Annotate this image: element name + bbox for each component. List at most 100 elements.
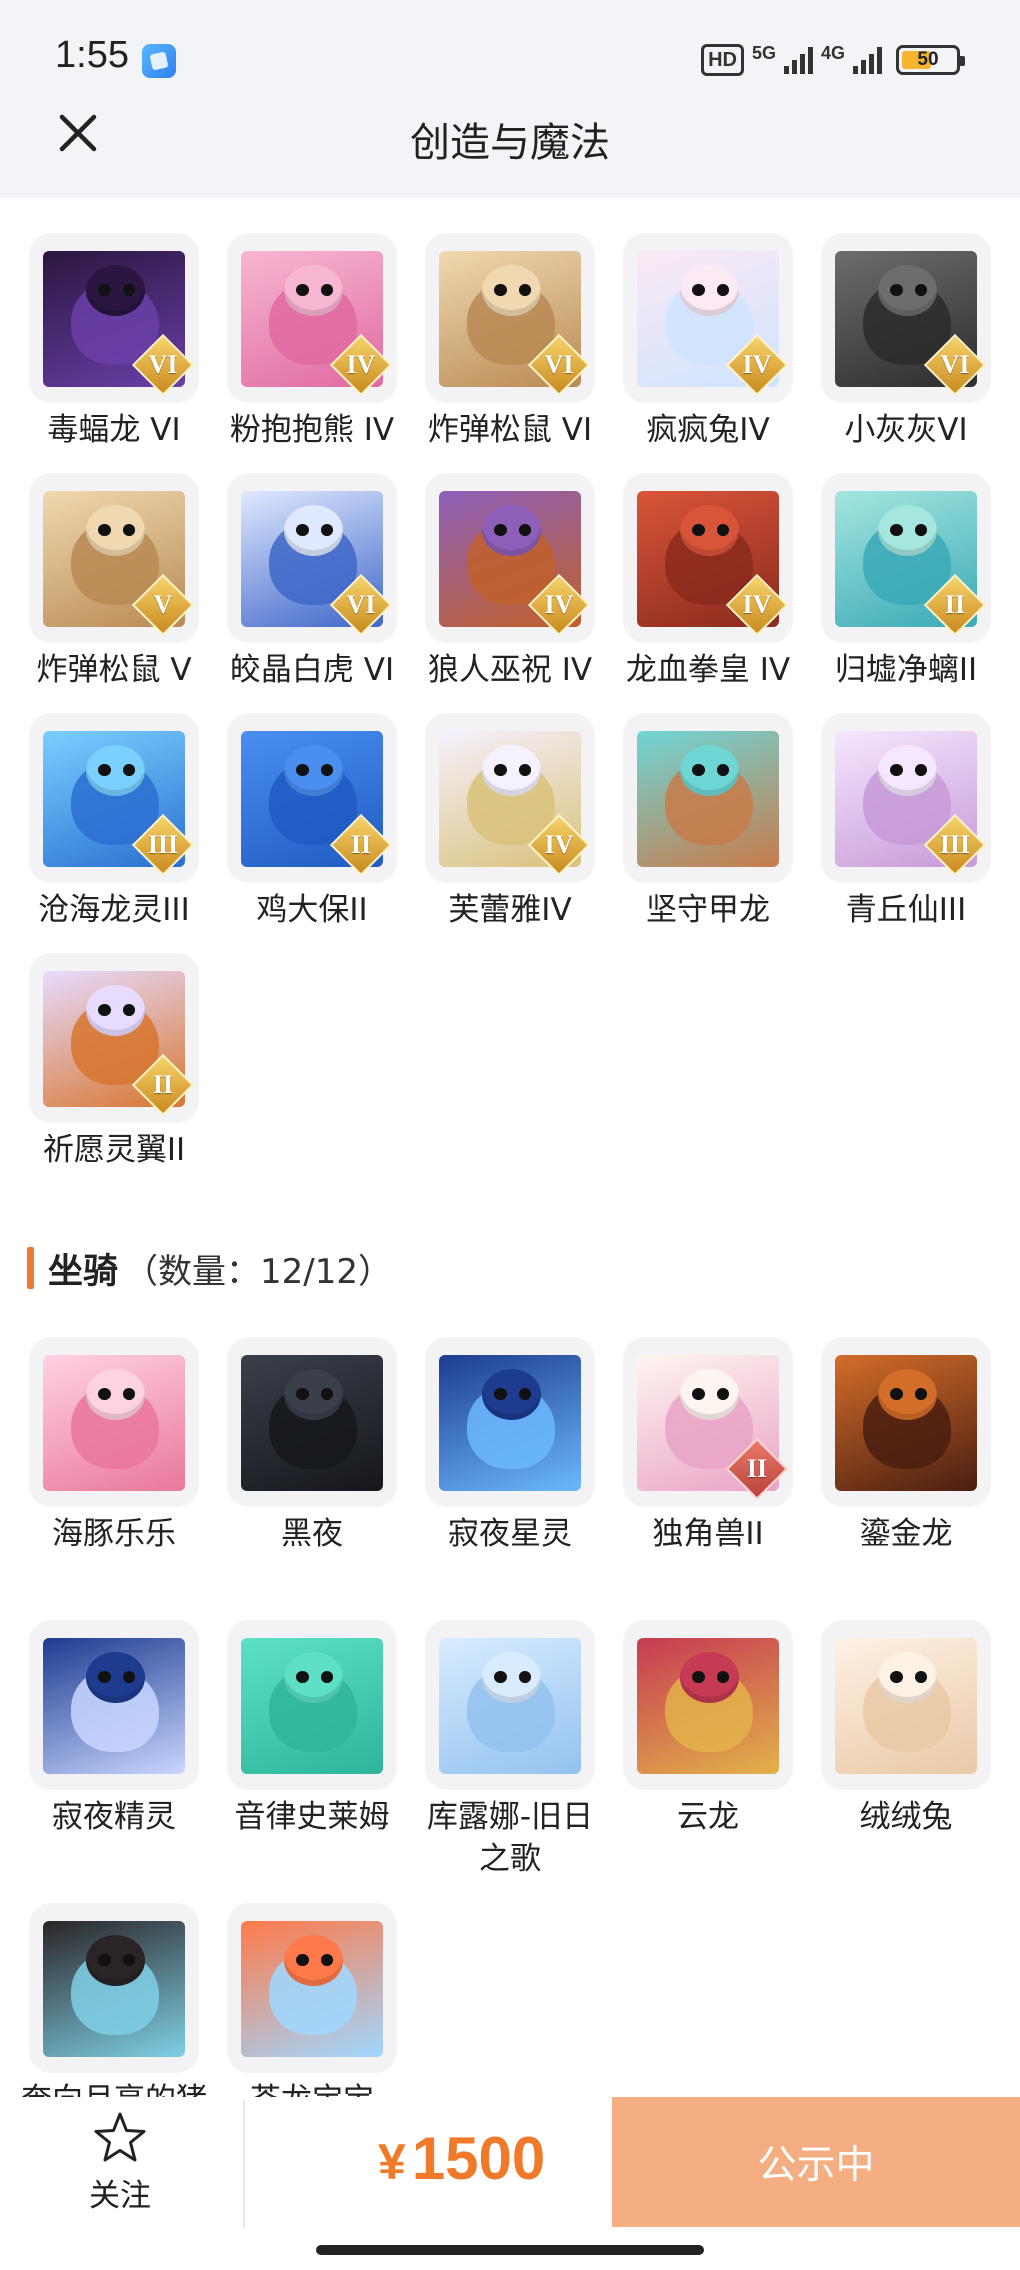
- pet-card[interactable]: VI 小灰灰VI: [792, 233, 991, 451]
- item-thumbnail[interactable]: [227, 1620, 397, 1790]
- item-thumbnail[interactable]: VI: [425, 233, 595, 403]
- mount-card[interactable]: 苍龙宝宝: [198, 1903, 397, 2121]
- item-name: 炸弹松鼠 V: [36, 652, 192, 688]
- item-thumbnail[interactable]: [29, 1337, 199, 1507]
- rank-label: VI: [544, 350, 574, 379]
- item-thumbnail[interactable]: IV: [623, 473, 793, 643]
- item-thumbnail[interactable]: VI: [227, 473, 397, 643]
- mount-card[interactable]: 黑夜: [198, 1337, 397, 1555]
- item-thumbnail[interactable]: VI: [29, 233, 199, 403]
- pet-card[interactable]: 坚守甲龙: [594, 713, 793, 931]
- status-time: 1:55: [55, 34, 129, 76]
- item-name: 黑夜: [281, 1516, 343, 1552]
- follow-label: 关注: [89, 2178, 151, 2214]
- item-thumbnail[interactable]: V: [29, 473, 199, 643]
- battery-icon: 50: [896, 45, 965, 75]
- item-thumbnail[interactable]: [29, 1903, 199, 2073]
- pig-icon: [43, 1921, 185, 2057]
- item-thumbnail[interactable]: [227, 1337, 397, 1507]
- dragon-icon: [241, 1355, 383, 1491]
- rank-label: III: [939, 830, 971, 859]
- item-thumbnail[interactable]: II: [29, 953, 199, 1123]
- rabbit-icon: [835, 1638, 977, 1774]
- item-thumbnail[interactable]: IV: [623, 233, 793, 403]
- item-name: 坚守甲龙: [646, 892, 770, 928]
- item-thumbnail[interactable]: II: [821, 473, 991, 643]
- item-name: 库露娜-旧日之歌: [426, 1799, 594, 1877]
- item-name: 鎏金龙: [859, 1516, 953, 1552]
- public-notice-button[interactable]: 公示中: [612, 2097, 1020, 2227]
- item-thumbnail[interactable]: [227, 1903, 397, 2073]
- network-4g-label: 4G: [820, 42, 845, 63]
- item-name: 皎晶白虎 VI: [229, 652, 395, 688]
- divider: [243, 2100, 245, 2228]
- mount-card[interactable]: 海豚乐乐: [0, 1337, 199, 1555]
- pet-card[interactable]: III 沧海龙灵III: [0, 713, 199, 931]
- battery-level: 50: [917, 49, 939, 70]
- item-name: 独角兽II: [652, 1516, 764, 1552]
- dolphin-icon: [43, 1355, 185, 1491]
- pet-card[interactable]: IV 狼人巫祝 IV: [396, 473, 595, 691]
- item-thumbnail[interactable]: II: [623, 1337, 793, 1507]
- section-title: 坐骑: [48, 1251, 119, 1292]
- rank-label: II: [746, 1454, 768, 1483]
- item-name: 狼人巫祝 IV: [427, 652, 593, 688]
- status-bar: 1:55 HD 5G 4G 50: [0, 0, 1020, 110]
- pet-card[interactable]: V 炸弹松鼠 V: [0, 473, 199, 691]
- mount-card[interactable]: 寂夜星灵: [396, 1337, 595, 1555]
- mount-card[interactable]: 绒绒兔: [792, 1620, 991, 1838]
- mount-card[interactable]: 库露娜-旧日之歌: [396, 1620, 595, 1880]
- mount-card[interactable]: 音律史莱姆: [198, 1620, 397, 1838]
- item-thumbnail[interactable]: III: [821, 713, 991, 883]
- rank-label: III: [147, 830, 179, 859]
- item-thumbnail[interactable]: [821, 1620, 991, 1790]
- home-indicator[interactable]: [316, 2245, 704, 2255]
- rank-label: VI: [940, 350, 970, 379]
- pet-card[interactable]: II 鸡大保II: [198, 713, 397, 931]
- item-thumbnail[interactable]: [29, 1620, 199, 1790]
- item-name: 小灰灰VI: [844, 412, 968, 448]
- pet-card[interactable]: III 青丘仙III: [792, 713, 991, 931]
- pet-card[interactable]: II 归墟净螭II: [792, 473, 991, 691]
- pet-card[interactable]: II 祈愿灵翼II: [0, 953, 199, 1171]
- slime-icon: [241, 1638, 383, 1774]
- item-name: 毒蝠龙 VI: [47, 412, 181, 448]
- item-thumbnail[interactable]: VI: [821, 233, 991, 403]
- pet-card[interactable]: IV 粉抱抱熊 IV: [198, 233, 397, 451]
- item-thumbnail[interactable]: [821, 1337, 991, 1507]
- mount-card[interactable]: 寂夜精灵: [0, 1620, 199, 1838]
- mount-card[interactable]: 鎏金龙: [792, 1337, 991, 1555]
- pet-card[interactable]: VI 皎晶白虎 VI: [198, 473, 397, 691]
- item-thumbnail[interactable]: IV: [227, 233, 397, 403]
- pet-card[interactable]: IV 疯疯兔IV: [594, 233, 793, 451]
- pet-card[interactable]: VI 炸弹松鼠 VI: [396, 233, 595, 451]
- pet-card[interactable]: IV 芙蕾雅IV: [396, 713, 595, 931]
- section-accent-bar: [27, 1247, 34, 1289]
- item-name: 青丘仙III: [845, 892, 967, 928]
- item-thumbnail[interactable]: [623, 1620, 793, 1790]
- pet-card[interactable]: IV 龙血拳皇 IV: [594, 473, 793, 691]
- item-name: 云龙: [677, 1799, 739, 1835]
- dragon-icon: [637, 1638, 779, 1774]
- dinosaur-icon: [637, 731, 779, 867]
- dragon-icon: [835, 1355, 977, 1491]
- rank-label: VI: [346, 590, 376, 619]
- pet-card[interactable]: VI 毒蝠龙 VI: [0, 233, 199, 451]
- follow-button[interactable]: 关注: [60, 2110, 180, 2220]
- status-indicators: HD 5G 4G 50: [701, 40, 965, 80]
- item-thumbnail[interactable]: [425, 1337, 595, 1507]
- item-name: 祈愿灵翼II: [42, 1132, 186, 1168]
- item-thumbnail[interactable]: II: [227, 713, 397, 883]
- signal-icon: [783, 46, 813, 74]
- price-value: 1500: [411, 2125, 546, 2192]
- currency-symbol: ¥: [378, 2134, 406, 2190]
- app-notification-icon: [142, 44, 176, 78]
- item-thumbnail[interactable]: [425, 1620, 595, 1790]
- mount-card[interactable]: II 独角兽II: [594, 1337, 793, 1555]
- item-thumbnail[interactable]: [623, 713, 793, 883]
- item-thumbnail[interactable]: IV: [425, 713, 595, 883]
- rank-label: IV: [544, 830, 574, 859]
- item-thumbnail[interactable]: IV: [425, 473, 595, 643]
- mount-card[interactable]: 云龙: [594, 1620, 793, 1838]
- item-thumbnail[interactable]: III: [29, 713, 199, 883]
